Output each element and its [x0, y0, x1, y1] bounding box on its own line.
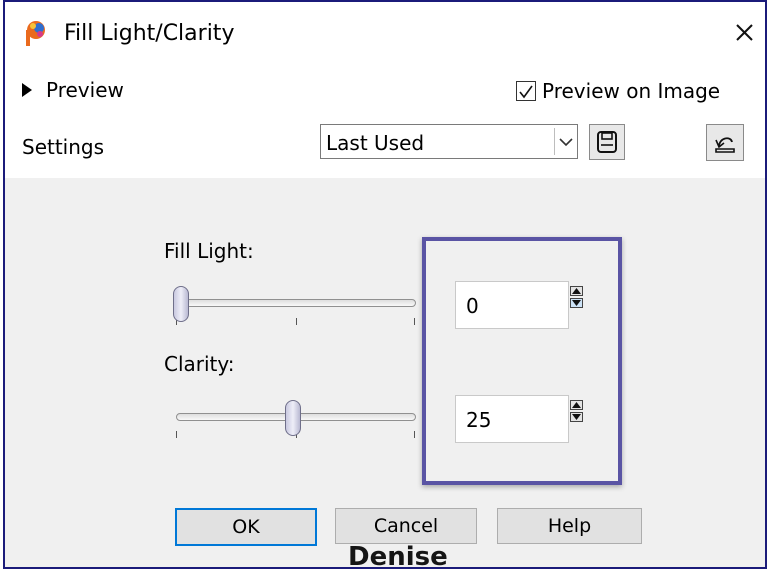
- close-icon: [736, 24, 753, 41]
- ok-button[interactable]: OK: [175, 508, 317, 546]
- fill-light-slider-track[interactable]: [176, 299, 416, 307]
- slider-tick: [414, 431, 415, 438]
- preview-toggle-label: Preview: [46, 78, 124, 102]
- spin-up-icon[interactable]: [570, 400, 583, 410]
- fill-light-slider-thumb[interactable]: [173, 286, 189, 322]
- checkbox-box[interactable]: [516, 81, 536, 101]
- settings-label: Settings: [22, 135, 105, 159]
- clarity-label: Clarity:: [164, 352, 235, 376]
- watermark-signature: Denise: [348, 542, 448, 572]
- close-button[interactable]: [728, 16, 760, 48]
- reset-defaults-button[interactable]: [706, 124, 744, 161]
- spin-up-icon[interactable]: [570, 286, 583, 296]
- preview-on-image-label: Preview on Image: [542, 79, 721, 103]
- help-button[interactable]: Help: [497, 508, 642, 544]
- preview-on-image-checkbox[interactable]: Preview on Image: [516, 76, 720, 106]
- fill-light-value-input[interactable]: 0: [455, 281, 569, 329]
- spin-down-icon[interactable]: [570, 412, 583, 422]
- reset-icon: [715, 137, 735, 153]
- save-preset-button[interactable]: [589, 124, 625, 160]
- save-icon: [597, 131, 617, 153]
- preview-toggle[interactable]: Preview: [22, 76, 124, 104]
- preset-value: Last Used: [326, 131, 425, 155]
- fill-light-label: Fill Light:: [164, 239, 254, 263]
- checkmark-icon: [519, 85, 533, 99]
- slider-tick: [296, 318, 297, 325]
- expand-arrow-icon: [22, 83, 32, 97]
- slider-tick: [176, 431, 177, 438]
- slider-tick: [414, 318, 415, 325]
- clarity-slider-thumb[interactable]: [285, 400, 302, 436]
- highlight-annotation-box: [422, 237, 622, 485]
- chevron-down-icon[interactable]: [554, 128, 577, 155]
- spin-down-icon[interactable]: [570, 298, 583, 308]
- clarity-value-input[interactable]: 25: [455, 395, 569, 443]
- cancel-button[interactable]: Cancel: [335, 508, 477, 544]
- fill-light-spinner[interactable]: [570, 286, 583, 308]
- paintshop-app-icon: [20, 18, 50, 48]
- dialog-title: Fill Light/Clarity: [64, 21, 235, 46]
- clarity-spinner[interactable]: [570, 400, 583, 422]
